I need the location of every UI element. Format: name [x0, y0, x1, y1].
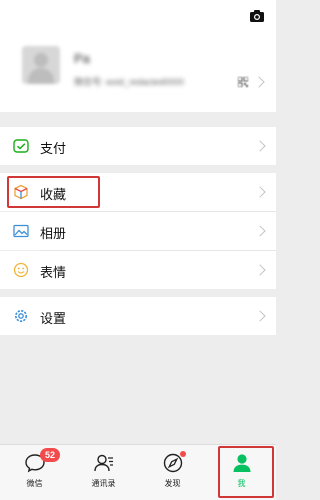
sticker-smiley-icon [13, 262, 29, 278]
me-tab-highlight-box [218, 446, 274, 498]
profile-header[interactable]: Pa 微信号: wxid_redacted0000 [0, 0, 276, 112]
profile-chevron-right-icon [253, 76, 265, 88]
profile-wechat-id: 微信号: wxid_redacted0000 [74, 77, 185, 87]
menu-item-stickers[interactable]: 表情 [0, 251, 276, 289]
menu-item-stickers-label: 表情 [40, 265, 67, 280]
chevron-right-icon [254, 310, 266, 322]
menu-item-settings-label: 设置 [40, 311, 67, 326]
wechat-pay-icon [13, 139, 29, 153]
new-content-dot [180, 451, 186, 457]
tab-chats-label: 微信 [26, 479, 43, 488]
contacts-icon [93, 454, 113, 472]
chevron-right-icon [254, 186, 266, 198]
menu-item-album[interactable]: 相册 [0, 212, 276, 250]
menu-item-pay[interactable]: 支付 [0, 127, 276, 165]
settings-gear-icon [15, 310, 27, 322]
chevron-right-icon [254, 140, 266, 152]
camera-icon[interactable] [249, 8, 265, 24]
tab-discover[interactable]: 发现 [138, 445, 207, 500]
chevron-right-icon [254, 225, 266, 237]
tab-contacts[interactable]: 通讯录 [69, 445, 138, 500]
tab-discover-label: 发现 [164, 479, 181, 488]
menu-item-pay-label: 支付 [40, 141, 67, 156]
unread-count-badge: 52 [40, 448, 60, 462]
favorites-highlight-box [7, 176, 100, 208]
menu-item-settings[interactable]: 设置 [0, 297, 276, 335]
menu-item-album-label: 相册 [40, 226, 67, 241]
chevron-right-icon [254, 264, 266, 276]
avatar[interactable] [22, 46, 60, 84]
qr-code-icon[interactable] [238, 77, 248, 87]
profile-nickname: Pa [74, 51, 90, 66]
tab-chats[interactable]: 52 微信 [0, 445, 69, 500]
tab-contacts-label: 通讯录 [91, 479, 116, 488]
album-picture-icon [13, 224, 29, 238]
